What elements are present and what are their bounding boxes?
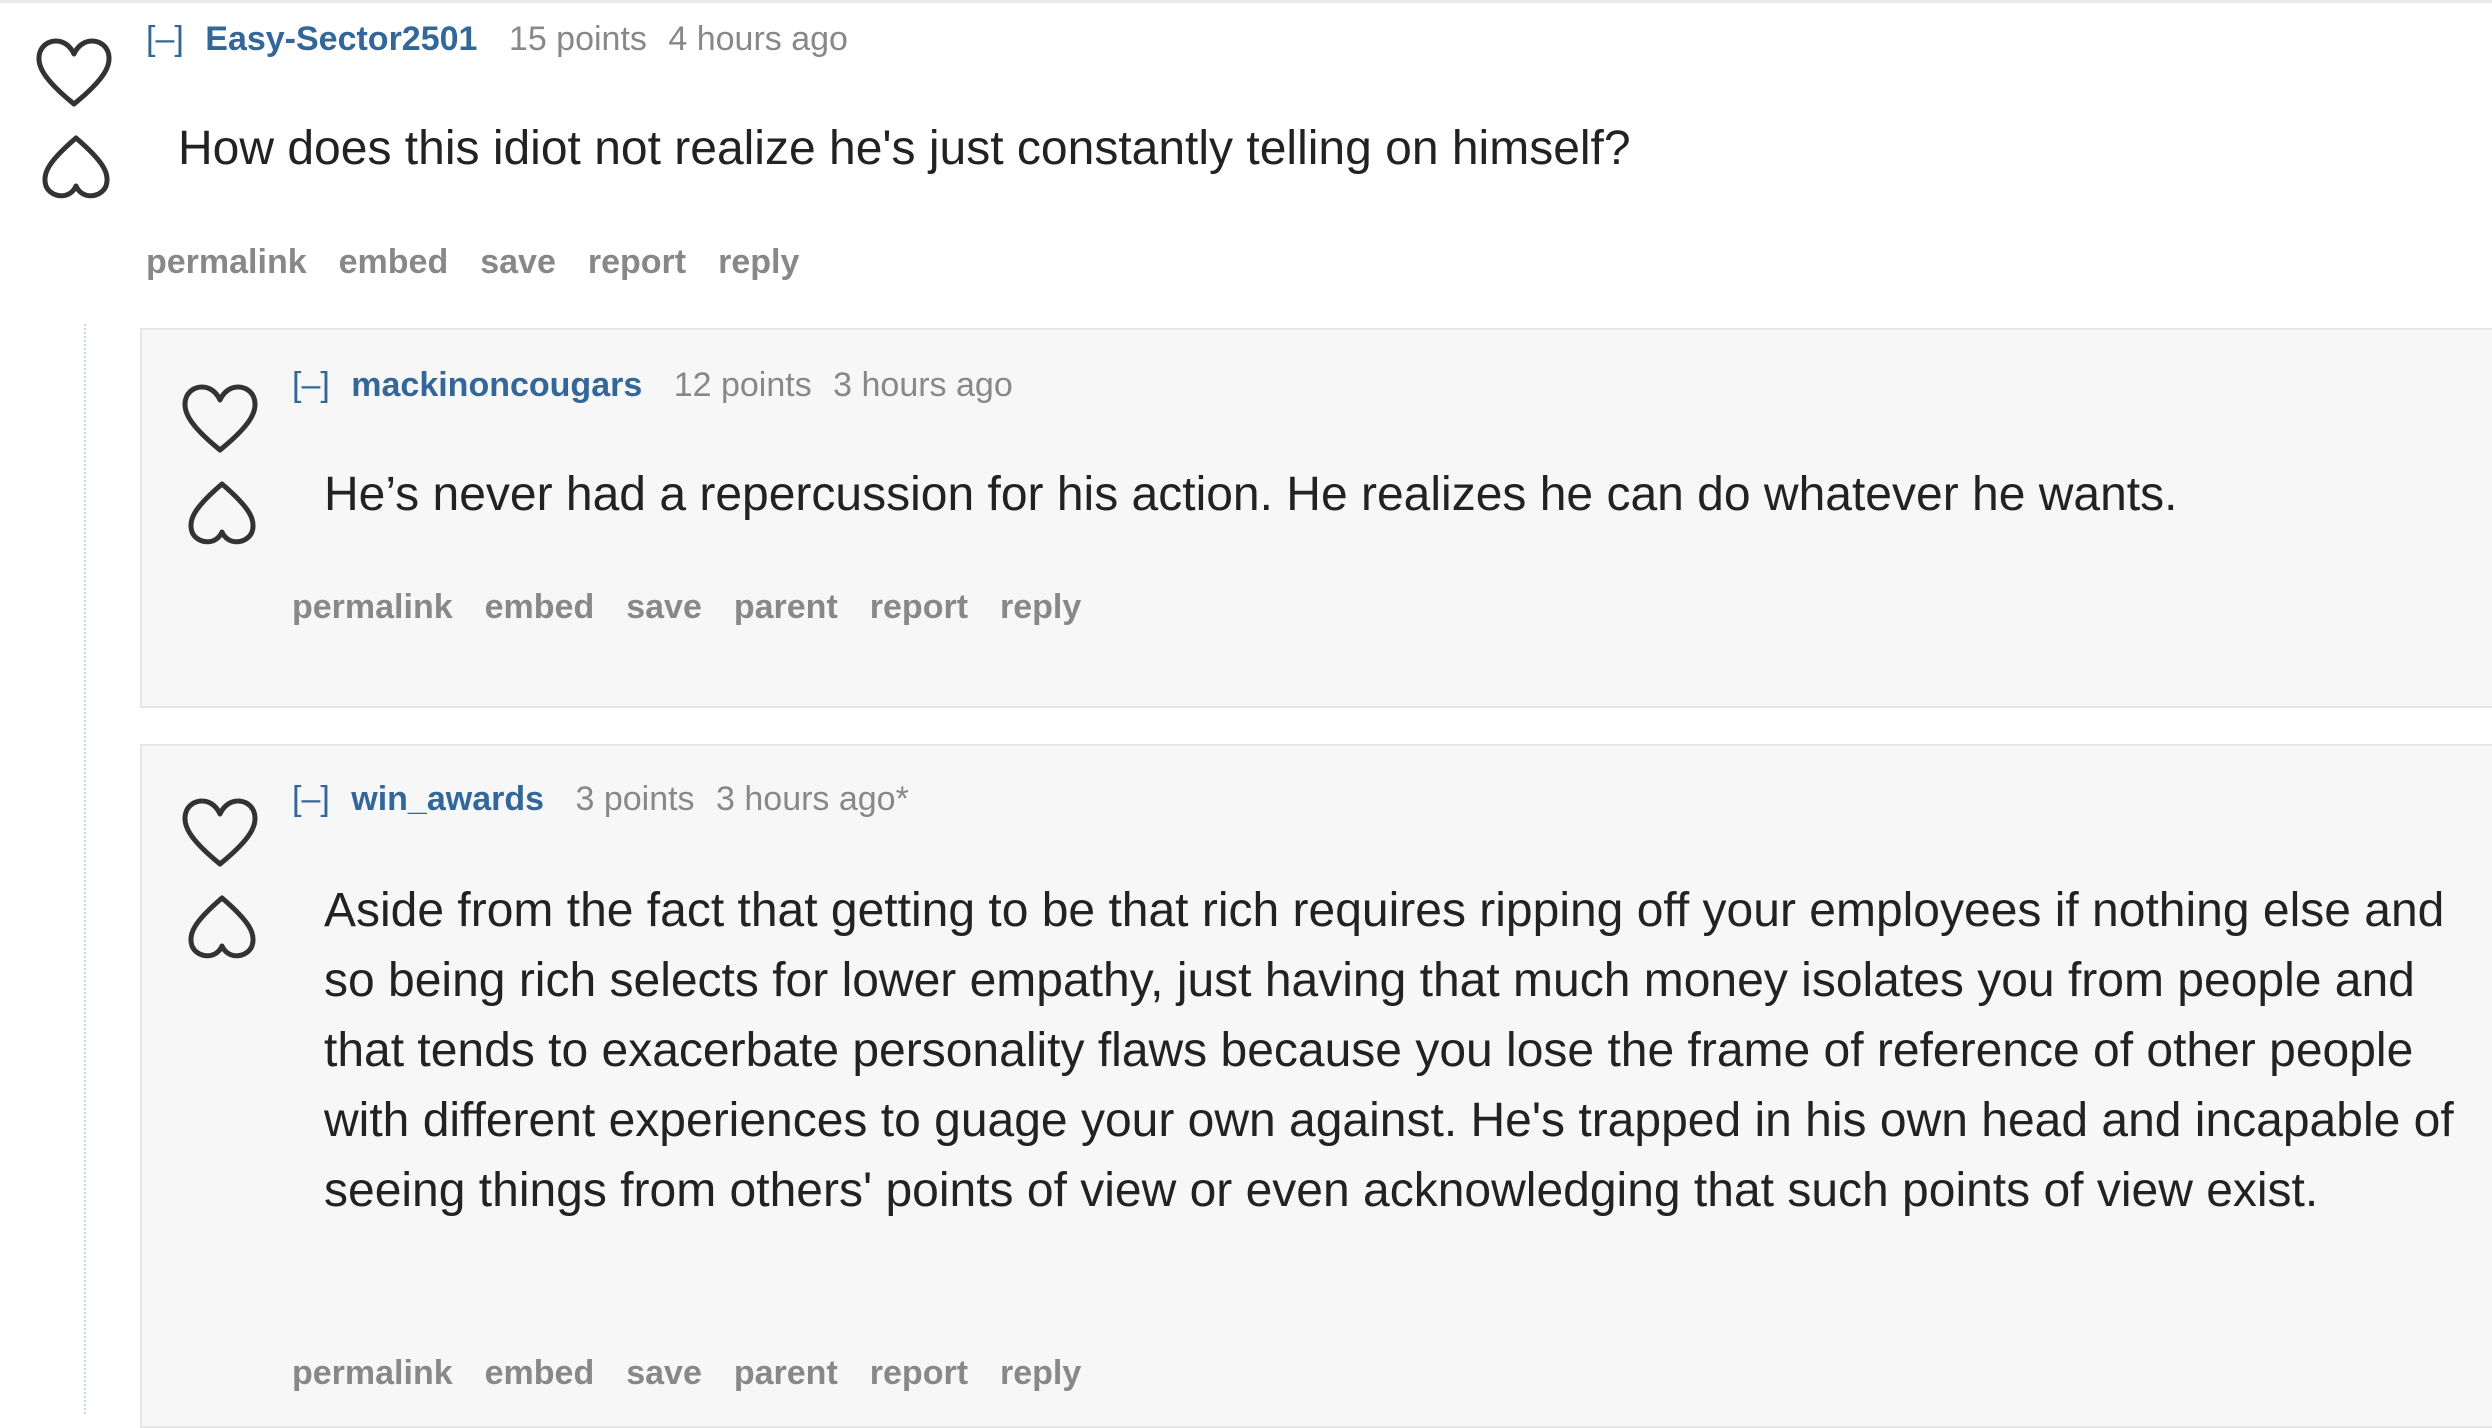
reply-link[interactable]: reply [718,243,799,281]
comment-actions: permalink embed save parent report reply [292,1354,1113,1393]
upvote-heart-icon[interactable] [34,32,114,112]
comment-tagline: [–] Easy-Sector2501 15 points 4 hours ag… [146,20,848,59]
downvote-heart-icon[interactable] [186,892,258,964]
comment-actions: permalink embed save report reply [146,243,831,282]
report-link[interactable]: report [870,1354,968,1392]
downvote-heart-icon[interactable] [40,132,112,204]
comment-body: How does this idiot not realize he's jus… [178,122,1631,175]
collapse-toggle[interactable]: [–] [146,20,184,58]
embed-link[interactable]: embed [339,243,449,281]
reply-link[interactable]: reply [1000,1354,1081,1392]
collapse-toggle[interactable]: [–] [292,780,330,818]
timestamp: 3 hours ago [833,366,1013,404]
comment-tagline: [–] win_awards 3 points 3 hours ago* [292,780,909,819]
comment-body: He’s never had a repercussion for his ac… [324,468,2178,521]
score: 12 points [673,366,812,404]
embed-link[interactable]: embed [485,588,595,626]
comment-tagline: [–] mackinoncougars 12 points 3 hours ag… [292,366,1013,405]
permalink-link[interactable]: permalink [146,243,307,281]
downvote-heart-icon[interactable] [186,478,258,550]
save-link[interactable]: save [480,243,556,281]
author-link[interactable]: win_awards [351,780,544,818]
author-link[interactable]: mackinoncougars [351,366,642,404]
score: 3 points [575,780,695,818]
permalink-link[interactable]: permalink [292,588,453,626]
upvote-heart-icon[interactable] [180,378,260,458]
parent-link[interactable]: parent [734,588,838,626]
timestamp: 3 hours ago* [716,780,909,818]
author-link[interactable]: Easy-Sector2501 [205,20,477,58]
reply-link[interactable]: reply [1000,588,1081,626]
embed-link[interactable]: embed [485,1354,595,1392]
timestamp: 4 hours ago [668,20,848,58]
thread-line[interactable] [84,324,86,1414]
save-link[interactable]: save [626,1354,702,1392]
upvote-heart-icon[interactable] [180,792,260,872]
comment: [–] Easy-Sector2501 15 points 4 hours ag… [0,0,2492,320]
score: 15 points [508,20,647,58]
nested-comment: [–] win_awards 3 points 3 hours ago* Asi… [140,744,2492,1428]
permalink-link[interactable]: permalink [292,1354,453,1392]
comment-actions: permalink embed save parent report reply [292,588,1113,627]
collapse-toggle[interactable]: [–] [292,366,330,404]
parent-link[interactable]: parent [734,1354,838,1392]
comment-body: Aside from the fact that getting to be t… [324,884,2454,1217]
report-link[interactable]: report [588,243,686,281]
report-link[interactable]: report [870,588,968,626]
nested-comment: [–] mackinoncougars 12 points 3 hours ag… [140,328,2492,708]
save-link[interactable]: save [626,588,702,626]
